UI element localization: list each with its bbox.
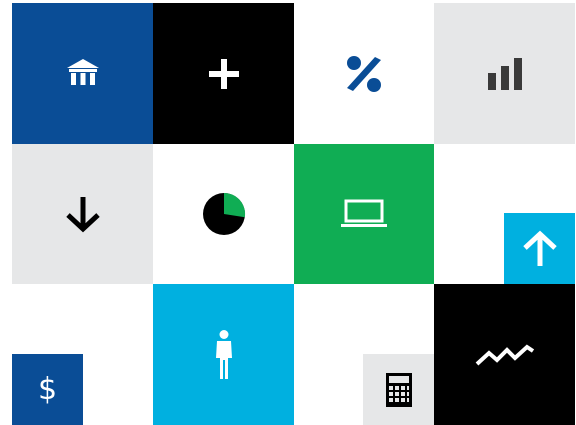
arrow-up-tile <box>504 213 575 284</box>
pie-chart-tile <box>153 144 294 284</box>
person-icon <box>215 329 232 379</box>
percent-tile <box>294 3 434 144</box>
bank-icon <box>66 58 99 85</box>
arrow-up-icon <box>522 230 557 266</box>
trend-line-icon <box>475 343 534 365</box>
dollar-icon: $ <box>37 371 58 407</box>
laptop-tile <box>294 144 434 284</box>
laptop-icon <box>341 199 387 227</box>
bar-chart-tile <box>434 3 575 144</box>
bank-tile <box>12 3 153 144</box>
pie-chart-icon <box>202 192 245 235</box>
trend-line-tile <box>434 284 575 425</box>
calculator-icon <box>385 372 412 407</box>
dollar-tile: $ <box>12 354 83 425</box>
person-tile <box>153 284 294 425</box>
plus-tile <box>153 3 294 144</box>
arrow-down-icon <box>65 197 100 233</box>
bar-chart-icon <box>487 57 522 90</box>
percent-icon <box>347 55 381 92</box>
arrow-down-tile <box>12 144 153 284</box>
icon-tile-grid: $ <box>0 0 576 425</box>
plus-icon <box>208 58 239 89</box>
calculator-tile <box>363 354 434 425</box>
